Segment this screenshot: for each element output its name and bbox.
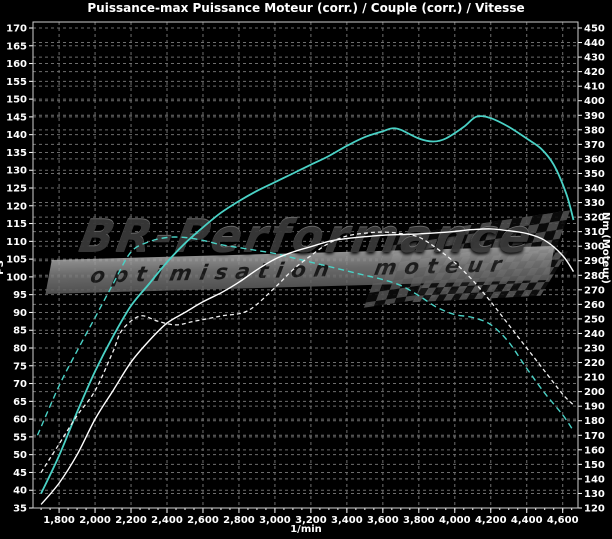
x-axis-title: 1/min bbox=[0, 524, 612, 535]
chart-curves-layer bbox=[0, 0, 612, 539]
curve-torque-dashed bbox=[37, 237, 573, 435]
y-left-axis-title: PS bbox=[0, 260, 6, 275]
y-right-axis-title: Nm (Moteur) bbox=[600, 212, 611, 284]
curve-power-dashed bbox=[41, 232, 573, 472]
plot-border bbox=[33, 22, 578, 508]
dyno-chart: Puissance-max Puissance Moteur (corr.) /… bbox=[0, 0, 612, 539]
series-curves bbox=[37, 116, 573, 504]
curve-power-solid bbox=[41, 229, 573, 505]
